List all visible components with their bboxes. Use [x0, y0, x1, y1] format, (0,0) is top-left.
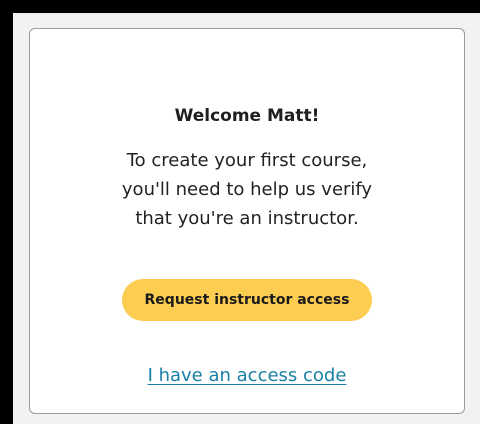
message-line: you'll need to help us verify	[121, 179, 373, 200]
welcome-title: Welcome Matt!	[174, 106, 320, 126]
welcome-card: Welcome Matt! To create your first cours…	[29, 28, 465, 414]
message-line: that you're an instructor.	[135, 208, 359, 229]
message-line: To create your first course,	[126, 150, 368, 171]
request-instructor-access-button[interactable]: Request instructor access	[122, 279, 372, 321]
access-code-link[interactable]: I have an access code	[30, 363, 464, 389]
page-background: Welcome Matt! To create your first cours…	[13, 13, 480, 424]
verification-message: To create your first course, you'll need…	[60, 146, 434, 233]
